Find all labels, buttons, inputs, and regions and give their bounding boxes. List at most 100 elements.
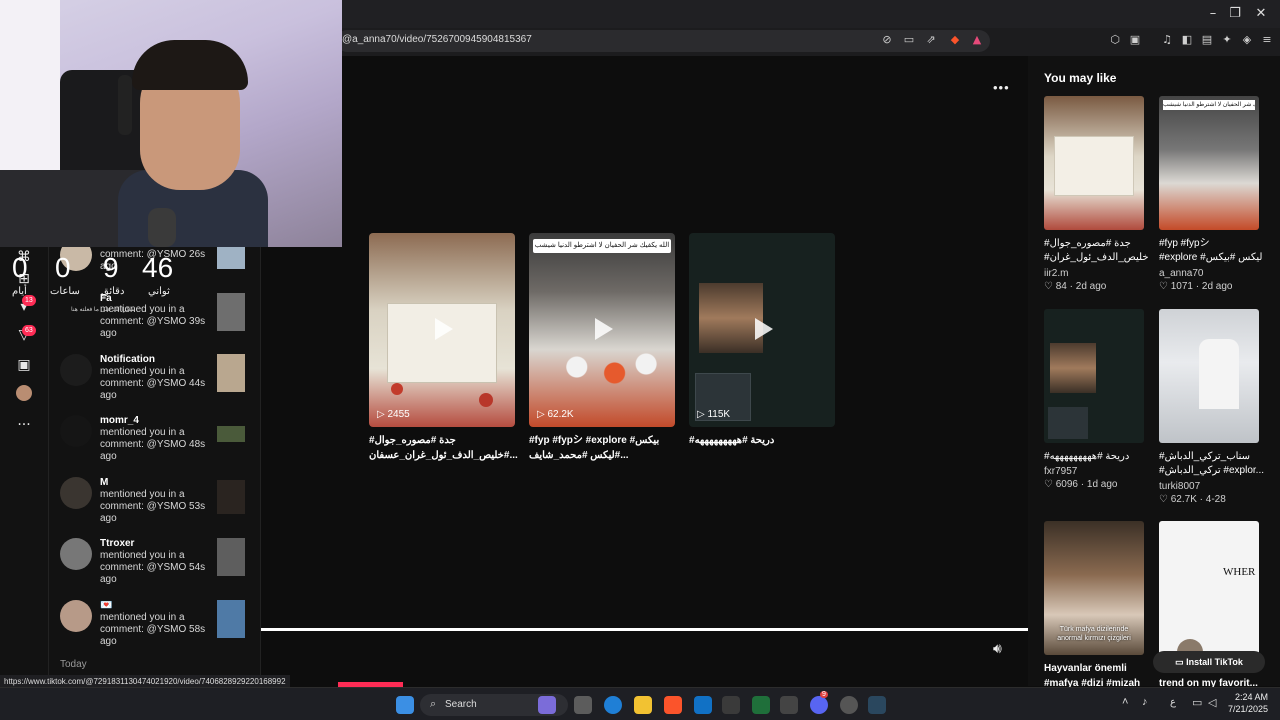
media-icon[interactable]: ♫ [1160, 33, 1174, 47]
video-card[interactable]: الله يكفيك شر الحفيان لا اشترطو الدنيا ش… [529, 233, 675, 427]
avatar[interactable] [60, 538, 92, 570]
share-icon[interactable]: ⇗ [924, 33, 938, 47]
minimize-button[interactable]: – [1202, 4, 1224, 24]
live-icon[interactable]: ▣ [14, 355, 34, 375]
tab-search-icon[interactable]: ▣ [1128, 33, 1142, 47]
reader-off-icon[interactable]: ⊘ [880, 33, 894, 47]
view-count: ▷ 2455 [377, 409, 410, 420]
network-icon[interactable]: ▭ [1192, 696, 1202, 709]
rec-username[interactable]: iir2.m [1044, 268, 1068, 279]
xbox-icon[interactable] [780, 696, 798, 714]
start-icon[interactable] [396, 696, 414, 714]
rec-username[interactable]: fxr7957 [1044, 466, 1077, 477]
install-tiktok-button[interactable]: ▭ Install TikTok [1153, 651, 1265, 673]
widgets-icon[interactable] [538, 696, 556, 714]
recommended-video-thumbnail[interactable] [1159, 309, 1259, 443]
rec-caption[interactable]: #fyp #fypシ [1159, 237, 1264, 250]
notification-text: mentioned you in a comment: @YSMO 39s ag… [100, 304, 206, 339]
notification-username[interactable]: M [100, 477, 108, 488]
language-indicator[interactable]: ع [1170, 697, 1176, 708]
chevron-up-icon[interactable]: ˄ [1122, 696, 1128, 708]
avatar[interactable] [60, 477, 92, 509]
gift-box-image [387, 303, 497, 383]
countdown-hours-value: 0 [55, 252, 71, 283]
notification-username[interactable]: momr_4 [100, 415, 139, 426]
address-url[interactable]: @a_anna70/video/7526700945904815367 [342, 34, 532, 45]
recommended-video-thumbnail[interactable] [1044, 309, 1144, 443]
rec-caption[interactable]: #خليص_الدف_ئول_غران... [1044, 251, 1149, 264]
brave-rewards-icon[interactable]: ▲ [970, 33, 984, 47]
notification-username[interactable]: Ttroxer [100, 538, 134, 549]
video-caption[interactable]: #fyp #fypシ #explore #بيكس #ليكس #محمد_شا… [529, 433, 675, 463]
cast-icon[interactable]: ▭ [902, 33, 916, 47]
notification-thumbnail[interactable] [217, 426, 245, 442]
microphone-image [148, 208, 176, 247]
wallet-icon[interactable]: ▤ [1200, 33, 1214, 47]
excel-icon[interactable] [752, 696, 770, 714]
notification-thumbnail[interactable] [217, 354, 245, 392]
rec-username[interactable]: a_anna70 [1159, 268, 1204, 279]
leo-ai-icon[interactable]: ✦ [1220, 33, 1234, 47]
rec-caption[interactable]: #سناب_تركي_الدباش [1159, 450, 1264, 463]
play-icon [435, 318, 453, 340]
close-window-button[interactable]: ✕ [1250, 4, 1272, 24]
extensions-icon[interactable]: ⬡ [1108, 33, 1122, 47]
brave-icon[interactable] [664, 696, 682, 714]
steam-icon[interactable] [868, 696, 886, 714]
more-icon[interactable]: ··· [14, 415, 34, 435]
clock-date[interactable]: 7/21/2025 [1222, 704, 1268, 714]
notification-username[interactable]: Notification [100, 354, 155, 365]
notification-text: mentioned you in a comment: @YSMO 58s ag… [100, 612, 206, 647]
avatar[interactable] [60, 415, 92, 447]
speaker-icon[interactable]: ◁ [1208, 696, 1216, 709]
notification-thumbnail[interactable] [217, 480, 245, 514]
video-progress-bar[interactable] [261, 628, 1028, 631]
notification-thumbnail[interactable] [217, 247, 245, 269]
vpn-icon[interactable]: ◈ [1240, 33, 1254, 47]
app-icon[interactable] [722, 696, 740, 714]
profile-icon[interactable] [14, 385, 34, 405]
rec-caption[interactable]: #explore #ليكس #بيكس [1159, 251, 1264, 264]
discord-icon[interactable] [810, 696, 828, 714]
recommended-video-thumbnail[interactable]: WHER [1159, 521, 1259, 655]
sidebar-icon[interactable]: ◧ [1180, 33, 1194, 47]
rec-caption[interactable]: #تركي_الدباش #explor... [1159, 464, 1264, 477]
menu-icon[interactable]: ≡ [1260, 33, 1274, 47]
rec-caption[interactable]: #جدة #مصوره_جوال [1044, 237, 1149, 250]
file-explorer-icon[interactable] [634, 696, 652, 714]
video-card[interactable]: ▷ 2455 [369, 233, 515, 427]
edge-icon[interactable] [604, 696, 622, 714]
avatar[interactable] [60, 600, 92, 632]
activity-badge: 63 [22, 325, 36, 336]
recommended-video-thumbnail[interactable] [1044, 96, 1144, 230]
notifications-panel: mentioned you in a comment: @YSMO 26s ag… [48, 247, 261, 687]
chrome-icon[interactable] [840, 696, 858, 714]
video-caption[interactable]: #دريحة #هههههههههه [689, 433, 835, 448]
more-options-button[interactable]: ••• [993, 80, 1010, 95]
left-navigation: ⌘ ⊞ ▾ 13 ▽ 63 ▣ ··· [0, 247, 48, 687]
notification-username[interactable]: 💌 [100, 600, 112, 611]
store-icon[interactable] [574, 696, 592, 714]
avatar[interactable] [60, 354, 92, 386]
video-card[interactable]: ▷ 115K [689, 233, 835, 427]
rose-image [479, 393, 493, 407]
play-icon [755, 318, 773, 340]
notification-thumbnail[interactable] [217, 293, 245, 331]
video-caption[interactable]: #جدة #مصوره_جوال #خليص_الدف_ئول_غران_عسف… [369, 433, 518, 463]
video-text-overlay: الله يكفيك شر الحفيان لا اشترطو الدنيا ش… [533, 239, 671, 253]
notification-thumbnail[interactable] [217, 600, 245, 638]
recommended-video-thumbnail[interactable]: الله يكفيك شر الحفيان لا اشترطو الدنيا ش… [1159, 96, 1259, 230]
clock-time[interactable]: 2:24 AM [1228, 692, 1268, 702]
brave-shield-icon[interactable]: ◆ [948, 33, 962, 47]
recommended-video-thumbnail[interactable]: Türk mafya dizilerinde anormal kırmızı ç… [1044, 521, 1144, 655]
volume-icon[interactable]: 🔊︎ [993, 641, 1002, 657]
maximize-button[interactable]: ❐ [1224, 4, 1246, 24]
webcam-overlay [0, 0, 342, 247]
rec-username[interactable]: turki8007 [1159, 481, 1200, 492]
microphone-icon[interactable]: ♪ [1142, 696, 1148, 708]
rec-caption[interactable]: #دريحة #هههههههههه [1044, 450, 1149, 463]
outlook-icon[interactable] [694, 696, 712, 714]
notification-thumbnail[interactable] [217, 538, 245, 576]
rec-caption[interactable]: Hayvanlar önemli [1044, 662, 1149, 675]
rec-stats: ♡ 62.7K · 4-28 [1159, 494, 1226, 505]
